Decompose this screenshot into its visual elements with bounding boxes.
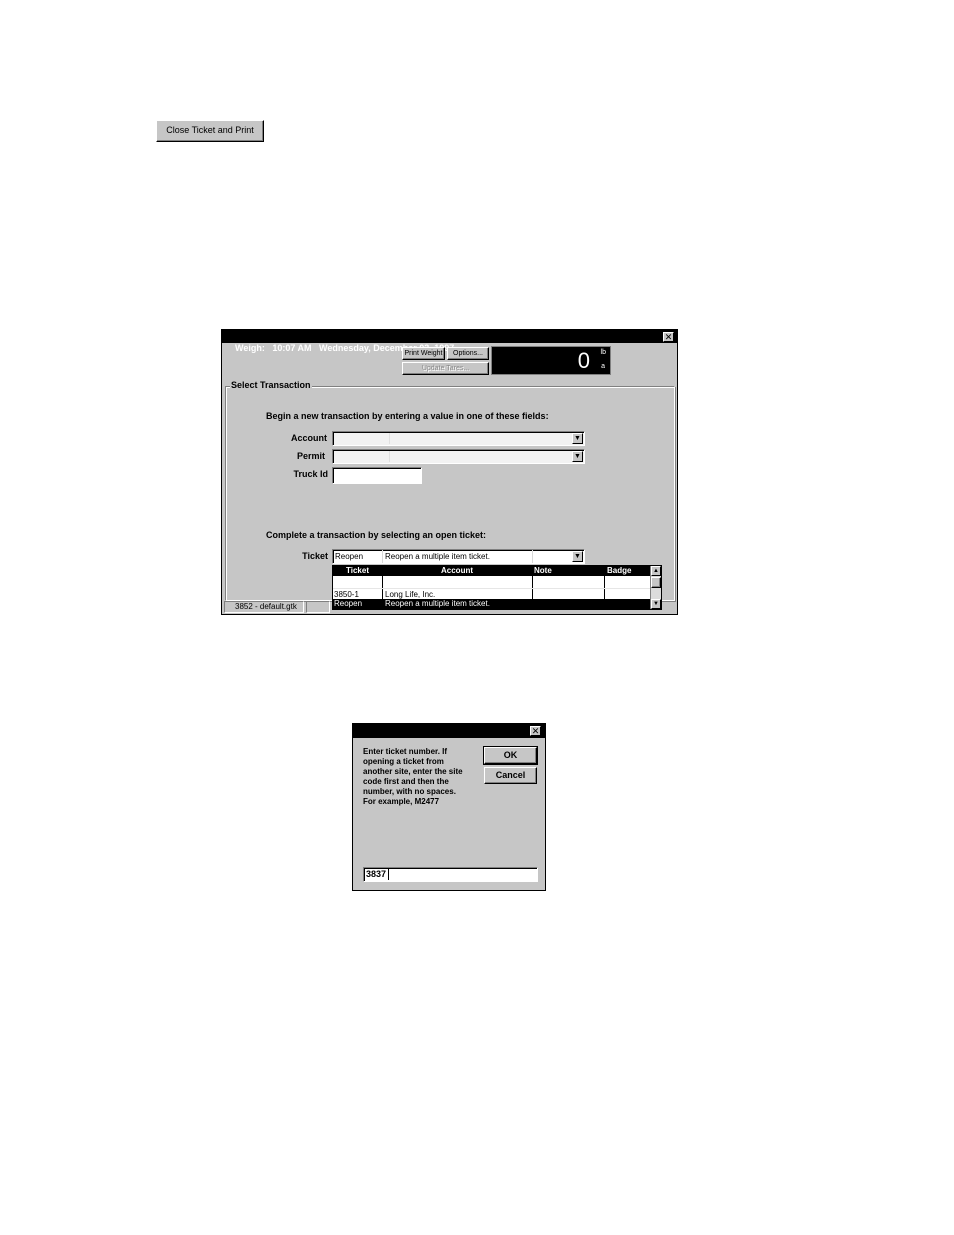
scale-value: 0 — [577, 348, 590, 373]
select-transaction-title: Select Transaction — [230, 380, 312, 390]
column-header-note[interactable]: Note — [533, 566, 603, 576]
table-row[interactable]: 3850-1 Long Life, Inc. — [333, 588, 650, 599]
status-text: 3852 - default.gtk — [235, 602, 297, 611]
account-cell: Reopen a multiple item ticket. — [385, 599, 490, 608]
weigh-close-button[interactable]: ✕ — [663, 332, 674, 342]
ticket-number-value: 3837 — [366, 869, 387, 879]
permit-label: Permit — [296, 451, 325, 461]
ticket-cell: Reopen — [334, 599, 363, 608]
ticket-dropdown-button[interactable]: ▼ — [572, 551, 583, 562]
truck-id-label: Truck Id — [293, 469, 328, 479]
account-dropdown-button[interactable]: ▼ — [572, 433, 583, 444]
status-bar-left: 3852 - default.gtk — [224, 601, 304, 613]
text-cursor — [388, 869, 389, 880]
options-button[interactable]: Options... — [447, 347, 489, 360]
ticket-label: Ticket — [302, 551, 328, 561]
ticket-combo-ticket-value: Reopen — [335, 552, 364, 561]
close-icon: ✕ — [664, 332, 673, 342]
chevron-down-icon: ▼ — [574, 435, 581, 442]
ok-label: OK — [503, 750, 518, 760]
table-row[interactable] — [333, 577, 650, 587]
truck-id-input[interactable] — [332, 467, 422, 484]
ticket-combo-divider-2 — [532, 550, 533, 563]
print-weight-label: Print Weight — [404, 350, 443, 357]
weigh-window: Weigh: 10:07 AM Wednesday, December 03, … — [221, 329, 678, 615]
print-weight-button[interactable]: Print Weight — [402, 347, 445, 360]
weigh-title-bar: Weigh: 10:07 AM Wednesday, December 03, … — [222, 330, 677, 353]
account-combobox[interactable]: ▼ — [332, 431, 585, 446]
new-transaction-instruction: Begin a new transaction by entering a va… — [266, 411, 549, 421]
chevron-down-icon: ▼ — [653, 601, 659, 607]
ticket-combo-account-value: Reopen a multiple item ticket. — [385, 552, 490, 561]
column-header-badge[interactable]: Badge — [606, 566, 650, 576]
update-tares-label: Update Tares... — [421, 365, 470, 372]
ticket-number-dialog: ✕ Enter ticket number. If opening a tick… — [352, 723, 546, 891]
options-label: Options... — [453, 350, 483, 357]
dialog-close-button[interactable]: ✕ — [530, 726, 541, 736]
list-scrollbar[interactable]: ▲ ▼ — [650, 566, 661, 609]
complete-transaction-instruction: Complete a transaction by selecting an o… — [266, 530, 487, 540]
cancel-label: Cancel — [495, 770, 526, 780]
scroll-down-button[interactable]: ▼ — [651, 599, 661, 609]
scroll-up-button[interactable]: ▲ — [651, 566, 661, 576]
column-header-account[interactable]: Account — [383, 566, 531, 576]
permit-combobox[interactable]: ▼ — [332, 449, 585, 464]
dialog-title-bar — [353, 724, 545, 738]
ticket-combo-divider — [382, 550, 383, 563]
chevron-down-icon: ▼ — [574, 453, 581, 460]
column-header-ticket[interactable]: Ticket — [333, 566, 382, 576]
scroll-thumb[interactable] — [651, 577, 661, 588]
chevron-down-icon: ▼ — [574, 553, 581, 560]
table-row-selected[interactable]: Reopen Reopen a multiple item ticket. — [333, 599, 650, 609]
ticket-number-input[interactable]: 3837 — [363, 867, 538, 882]
ok-button[interactable]: OK — [483, 746, 538, 765]
status-bar-right — [306, 601, 330, 613]
permit-column-divider — [389, 451, 390, 462]
close-ticket-and-print-button[interactable]: Close Ticket and Print — [156, 120, 264, 142]
update-tares-button[interactable]: Update Tares... — [402, 362, 489, 375]
permit-dropdown-button[interactable]: ▼ — [572, 451, 583, 462]
account-label: Account — [291, 433, 327, 443]
account-column-divider — [389, 433, 390, 444]
dialog-message: Enter ticket number. If opening a ticket… — [363, 747, 463, 806]
scale-unit: lb — [600, 349, 606, 356]
scale-indicator: a — [601, 363, 605, 370]
cancel-button[interactable]: Cancel — [484, 767, 537, 784]
close-icon: ✕ — [531, 726, 540, 736]
close-ticket-and-print-label: Close Ticket and Print — [166, 125, 254, 135]
chevron-up-icon: ▲ — [653, 568, 659, 574]
ticket-list[interactable]: Ticket Account Note Badge 3850-1 Long Li… — [332, 565, 662, 610]
ticket-combobox[interactable]: Reopen Reopen a multiple item ticket. ▼ — [332, 549, 585, 564]
scale-display: 0 lb a — [491, 346, 611, 375]
